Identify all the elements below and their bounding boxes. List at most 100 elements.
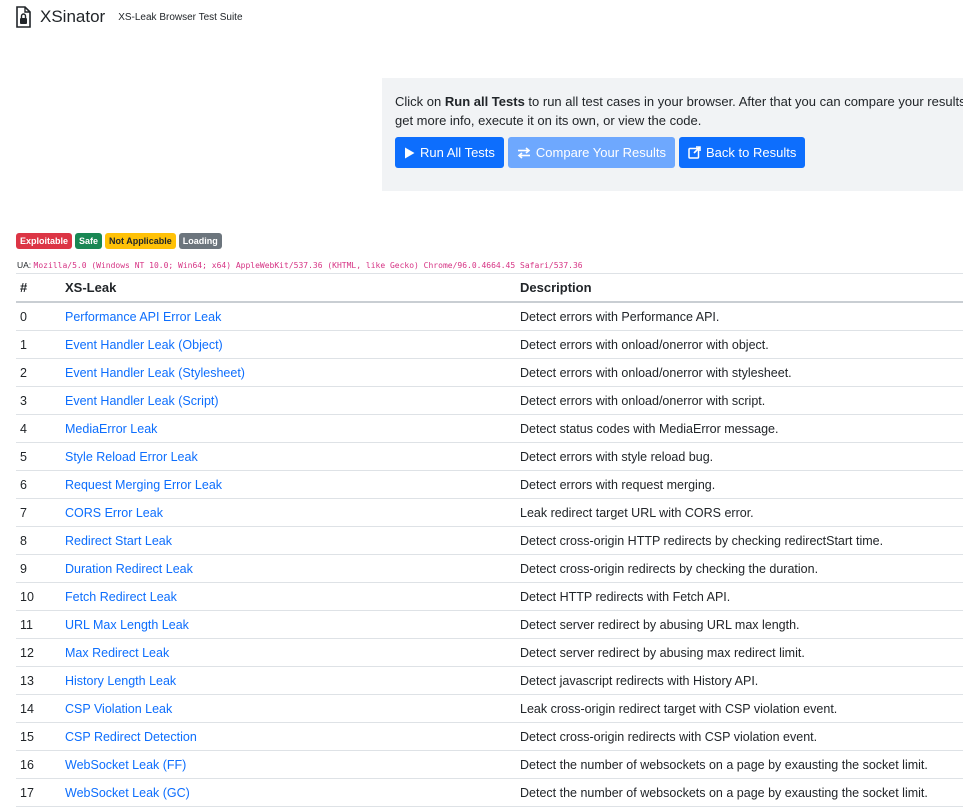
row-number: 8 <box>20 533 27 548</box>
table-row: 12 Max Redirect Leak Detect server redirec… <box>16 639 963 667</box>
row-number: 16 <box>20 757 34 772</box>
xs-leak-link[interactable]: URL Max Length Leak <box>65 618 189 632</box>
table-row: 0 Performance API Error Leak Detect errors… <box>16 303 963 331</box>
legend: Exploitable Safe Not Applicable Loading <box>16 233 225 249</box>
xs-leak-link[interactable]: Performance API Error Leak <box>65 310 221 324</box>
row-name-cell: History Length Leak <box>64 674 519 688</box>
xs-leak-link[interactable]: History Length Leak <box>65 674 176 688</box>
row-name-cell: Duration Redirect Leak <box>64 562 519 576</box>
row-number: 15 <box>20 729 34 744</box>
xs-leak-link[interactable]: CORS Error Leak <box>65 506 163 520</box>
table-row: 9 Duration Redirect Leak Detect cross-orig… <box>16 555 963 583</box>
row-name-cell: CSP Violation Leak <box>64 702 519 716</box>
row-name-cell: Max Redirect Leak <box>64 646 519 660</box>
header-description: Description <box>520 280 592 295</box>
row-description: Detect server redirect by abusing URL ma… <box>520 617 800 632</box>
external-link-icon <box>688 146 701 159</box>
row-name-cell: Request Merging Error Leak <box>64 478 519 492</box>
ua-label: UA: <box>17 260 32 270</box>
row-number: 17 <box>20 785 34 800</box>
row-number: 10 <box>20 589 34 604</box>
row-description: Detect the number of websockets on a pag… <box>520 785 928 800</box>
table-header: # XS-Leak Description <box>16 273 963 303</box>
row-description: Detect errors with onload/onerror with o… <box>520 337 769 352</box>
row-number: 5 <box>20 449 27 464</box>
run-all-tests-button[interactable]: Run All Tests <box>395 137 504 168</box>
row-number: 14 <box>20 701 34 716</box>
row-number: 0 <box>20 309 27 324</box>
xs-leak-link[interactable]: Style Reload Error Leak <box>65 450 198 464</box>
xs-leak-link[interactable]: MediaError Leak <box>65 422 157 436</box>
badge-exploitable: Exploitable <box>16 233 73 249</box>
row-name-cell: Event Handler Leak (Script) <box>64 394 519 408</box>
row-description: Detect cross-origin redirects by checkin… <box>520 561 819 576</box>
badge-safe: Safe <box>75 233 103 249</box>
table-row: 6 Request Merging Error Leak Detect errors… <box>16 471 963 499</box>
ua-value: Mozilla/5.0 (Windows NT 10.0; Win64; x64… <box>33 261 583 270</box>
intro-bold: Run all Tests <box>444 94 525 109</box>
table-row: 5 Style Reload Error Leak Detect errors wi… <box>16 443 963 471</box>
table-row: 10 Fetch Redirect Leak Detect HTTP redirec… <box>16 583 963 611</box>
table-row: 15 CSP Redirect Detection Detect cross-ori… <box>16 723 963 751</box>
row-description: Detect errors with style reload bug. <box>520 449 714 464</box>
row-description: Detect errors with onload/onerror with s… <box>520 365 792 380</box>
row-name-cell: Performance API Error Leak <box>64 310 519 324</box>
row-description: Leak cross-origin redirect target with C… <box>520 701 838 716</box>
row-description: Detect the number of websockets on a pag… <box>520 757 928 772</box>
table-row: 8 Redirect Start Leak Detect cross-origin … <box>16 527 963 555</box>
badge-loading: Loading <box>178 233 222 249</box>
row-description: Detect cross-origin HTTP redirects by ch… <box>520 533 884 548</box>
row-description: Detect errors with onload/onerror with s… <box>520 393 766 408</box>
row-description: Leak redirect target URL with CORS error… <box>520 505 754 520</box>
row-description: Detect errors with request merging. <box>520 477 716 492</box>
action-buttons: Run All Tests Compare Your Results Back … <box>395 137 963 168</box>
xs-leak-link[interactable]: CSP Redirect Detection <box>65 730 197 744</box>
row-name-cell: Event Handler Leak (Object) <box>64 338 519 352</box>
back-to-results-button[interactable]: Back to Results <box>679 137 806 168</box>
table-row: 17 WebSocket Leak (GC) Detect the number o… <box>16 779 963 807</box>
row-name-cell: Event Handler Leak (Stylesheet) <box>64 366 519 380</box>
table-row: 2 Event Handler Leak (Stylesheet) Detect e… <box>16 359 963 387</box>
xs-leak-table: # XS-Leak Description 0 Performance API E… <box>16 273 963 807</box>
xs-leak-link[interactable]: CSP Violation Leak <box>65 702 172 716</box>
header-num: # <box>20 280 28 295</box>
row-number: 12 <box>20 645 34 660</box>
row-name-cell: CSP Redirect Detection <box>64 730 519 744</box>
row-number: 9 <box>20 561 27 576</box>
table-row: 1 Event Handler Leak (Object) Detect error… <box>16 331 963 359</box>
row-description: Detect server redirect by abusing max re… <box>520 645 805 660</box>
table-row: 13 History Length Leak Detect javascript r… <box>16 667 963 695</box>
xs-leak-link[interactable]: WebSocket Leak (FF) <box>65 758 186 772</box>
xs-leak-link[interactable]: Fetch Redirect Leak <box>65 590 177 604</box>
row-name-cell: MediaError Leak <box>64 422 519 436</box>
row-name-cell: WebSocket Leak (FF) <box>64 758 519 772</box>
table-row: 16 WebSocket Leak (FF) Detect the number o… <box>16 751 963 779</box>
intro-panel: Click on Run all Tests to run all test c… <box>382 78 963 191</box>
badge-not-applicable: Not Applicable <box>105 233 176 249</box>
swap-arrows-icon <box>517 146 531 159</box>
compare-results-button[interactable]: Compare Your Results <box>507 137 675 168</box>
row-number: 1 <box>20 337 27 352</box>
intro-text: Click on Run all Tests to run all test c… <box>395 94 963 128</box>
row-number: 7 <box>20 505 27 520</box>
xs-leak-link[interactable]: Request Merging Error Leak <box>65 478 222 492</box>
row-name-cell: CORS Error Leak <box>64 506 519 520</box>
xs-leak-link[interactable]: Event Handler Leak (Script) <box>65 394 219 408</box>
xs-leak-link[interactable]: Duration Redirect Leak <box>65 562 193 576</box>
row-number: 4 <box>20 421 27 436</box>
brand[interactable]: XSinator XS-Leak Browser Test Suite <box>14 5 243 29</box>
row-name-cell: Redirect Start Leak <box>64 534 519 548</box>
app-title: XSinator <box>40 7 106 26</box>
row-number: 13 <box>20 673 34 688</box>
user-agent: UA: Mozilla/5.0 (Windows NT 10.0; Win64;… <box>17 260 583 270</box>
app-subtitle: XS-Leak Browser Test Suite <box>118 11 243 23</box>
xs-leak-link[interactable]: Event Handler Leak (Object) <box>65 338 223 352</box>
row-name-cell: Fetch Redirect Leak <box>64 590 519 604</box>
row-description: Detect errors with Performance API. <box>520 309 720 324</box>
xs-leak-link[interactable]: WebSocket Leak (GC) <box>65 786 190 800</box>
table-row: 11 URL Max Length Leak Detect server redir… <box>16 611 963 639</box>
xs-leak-link[interactable]: Event Handler Leak (Stylesheet) <box>65 366 245 380</box>
xs-leak-link[interactable]: Redirect Start Leak <box>65 534 172 548</box>
xs-leak-link[interactable]: Max Redirect Leak <box>65 646 169 660</box>
row-name-cell: WebSocket Leak (GC) <box>64 786 519 800</box>
